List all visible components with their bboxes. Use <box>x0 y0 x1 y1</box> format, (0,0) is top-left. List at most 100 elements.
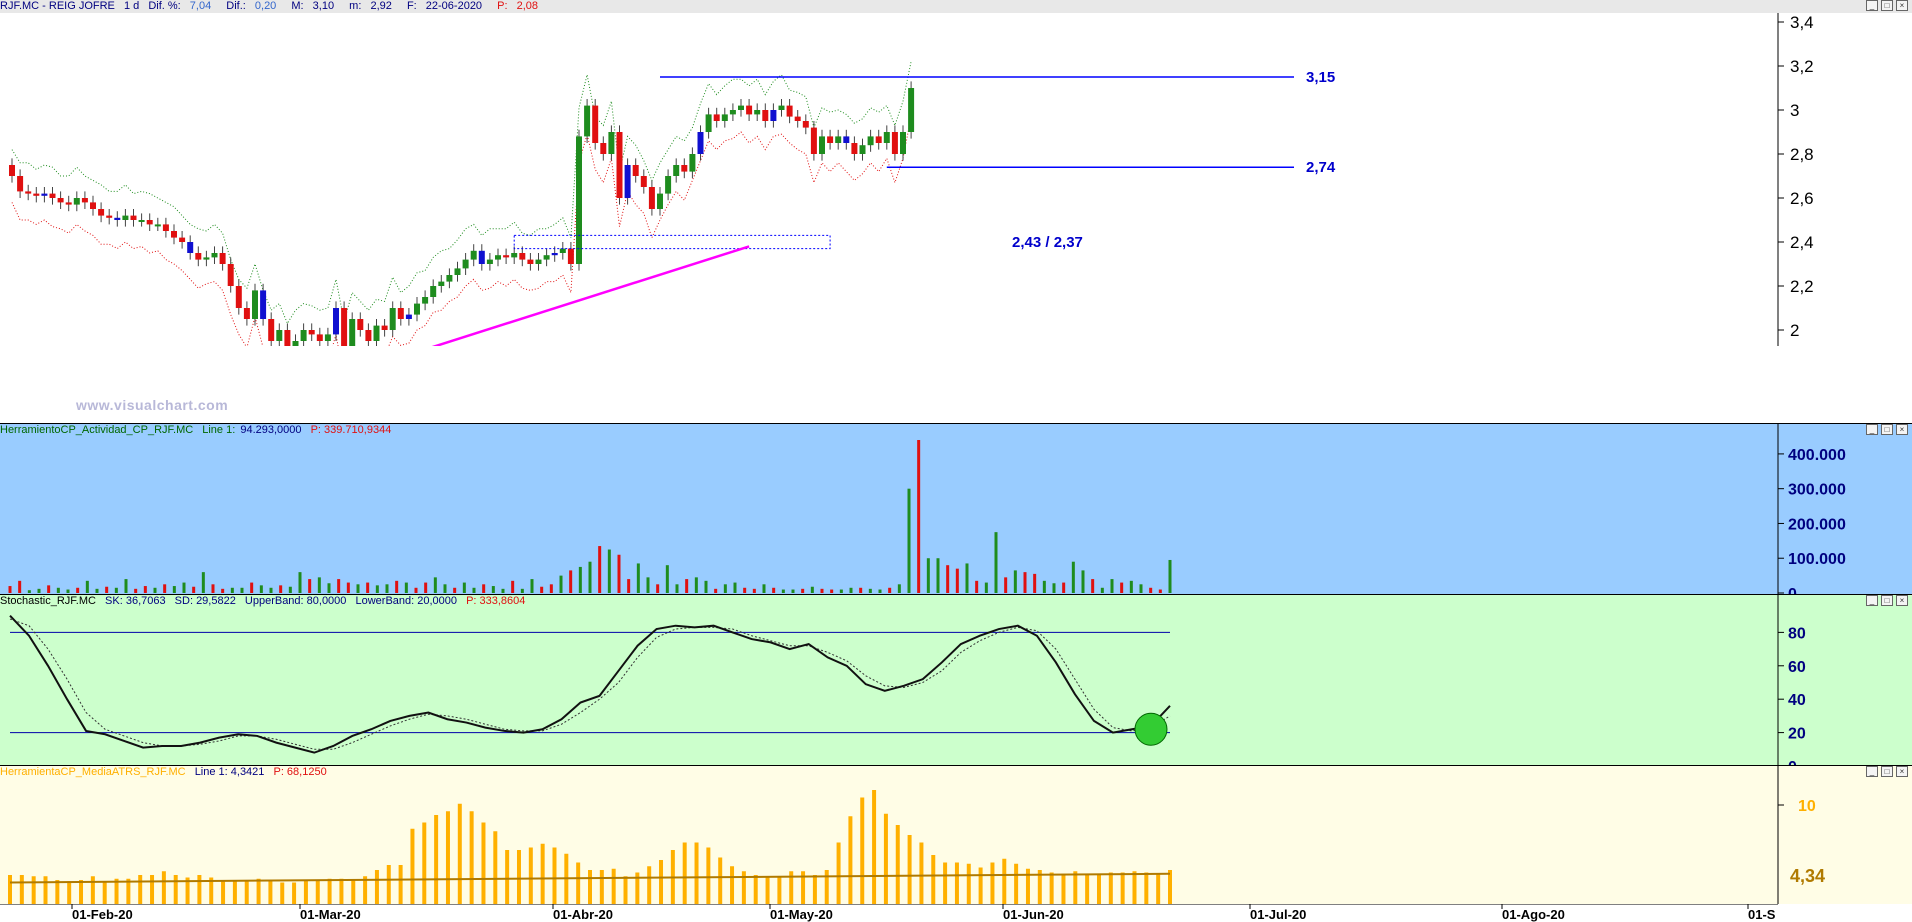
candle-body <box>875 136 882 143</box>
volume-bar <box>1013 570 1017 593</box>
atr-bar <box>19 875 24 905</box>
volume-bar <box>946 565 950 593</box>
atr-bar <box>126 878 131 905</box>
atr-bar <box>1049 872 1054 905</box>
candle-body <box>624 165 631 198</box>
candle-body <box>810 127 817 154</box>
candle-body <box>17 176 24 192</box>
volume-bar <box>810 586 814 593</box>
candle-body <box>713 114 720 121</box>
atr-bar <box>315 880 320 905</box>
candle-body <box>786 105 793 117</box>
volume-bar <box>211 584 215 593</box>
stochastic-chart: 806040200 <box>9 595 1806 766</box>
candle-body <box>819 136 825 154</box>
atr-bar <box>386 865 391 905</box>
volume-bar <box>433 577 437 593</box>
volume-bar <box>462 582 466 593</box>
volume-bar <box>317 577 321 593</box>
stoch-sk-line <box>9 614 1171 754</box>
candle-body <box>227 264 234 286</box>
candle-body <box>341 308 348 346</box>
atr-bar <box>197 875 202 905</box>
atr-bar <box>292 882 297 905</box>
atr-bar <box>339 878 344 905</box>
atr-bar <box>280 882 285 905</box>
atr-bar <box>576 862 581 905</box>
volume-bar <box>1004 577 1008 593</box>
volume-bar <box>221 588 225 593</box>
candle-body <box>162 224 169 231</box>
volume-bar <box>250 582 254 593</box>
candle-body <box>268 319 275 341</box>
volume-bar <box>414 587 418 593</box>
atr-y-tick-label: 10 <box>1798 798 1816 815</box>
atr-bar <box>102 881 107 905</box>
watermark-text: www.visualchart.com <box>76 397 229 413</box>
atr-bar <box>90 876 95 905</box>
candle-body <box>762 110 769 121</box>
candle-body <box>867 136 874 146</box>
candle-body <box>851 143 858 154</box>
candle-body <box>243 308 250 319</box>
volume-bar <box>859 587 863 593</box>
volume-bar <box>646 577 650 593</box>
volume-bar <box>1071 561 1075 593</box>
date-tick-label: 01-May-20 <box>770 907 833 922</box>
candle-body <box>49 193 56 198</box>
atr-bar <box>552 847 557 905</box>
atr-bar <box>1120 872 1125 905</box>
candle-body <box>835 136 842 143</box>
volume-bar <box>1062 582 1066 593</box>
atr-bar <box>611 868 616 905</box>
candle-body <box>25 191 32 194</box>
volume-bar <box>549 584 553 593</box>
candle-body <box>154 224 161 227</box>
oversold-highlight-circle <box>1134 712 1168 746</box>
candle-body <box>405 314 412 319</box>
volume-bar <box>366 582 370 593</box>
candle-body <box>446 275 453 282</box>
atr-bar <box>138 875 143 905</box>
candle-body <box>802 121 809 128</box>
date-tick-label: 01-Jun-20 <box>1003 907 1064 922</box>
candle-body <box>689 154 696 172</box>
candle-body <box>9 165 15 176</box>
volume-bar <box>192 586 196 593</box>
atr-bar <box>931 855 936 905</box>
candle-body <box>486 259 493 264</box>
atr-bar <box>623 876 628 905</box>
atr-bar <box>410 828 415 905</box>
candle-body <box>211 253 218 258</box>
atr-bar <box>221 881 226 905</box>
atr-bar <box>872 790 877 905</box>
volume-bar <box>752 588 756 593</box>
atr-bar <box>67 881 72 905</box>
atr-last-value-label: 4,34 <box>1790 866 1825 886</box>
candle-body <box>122 215 129 220</box>
volume-bar <box>704 580 708 593</box>
candle-body <box>576 136 582 264</box>
candle-body <box>454 268 461 275</box>
volume-bar <box>801 588 805 593</box>
candle-body <box>308 330 315 335</box>
candle-body <box>203 257 210 260</box>
candle-body <box>681 165 688 172</box>
volume-bar <box>404 582 408 593</box>
atr-bar <box>588 870 592 905</box>
atr-bar <box>327 878 332 905</box>
candle-body <box>665 176 672 194</box>
candle-body <box>592 105 599 143</box>
volume-bar <box>607 549 611 593</box>
atr-bar <box>303 880 308 905</box>
atr-bar <box>351 880 356 905</box>
volume-bar <box>259 585 263 593</box>
candle-body <box>859 145 866 154</box>
atr-bar <box>161 871 166 905</box>
volume-bar <box>395 580 399 593</box>
volume-bar <box>578 566 582 593</box>
date-tick-label: 01-Jul-20 <box>1250 907 1306 922</box>
volume-bar <box>85 580 89 593</box>
atr-bar <box>516 850 521 905</box>
candle-body <box>333 308 339 335</box>
